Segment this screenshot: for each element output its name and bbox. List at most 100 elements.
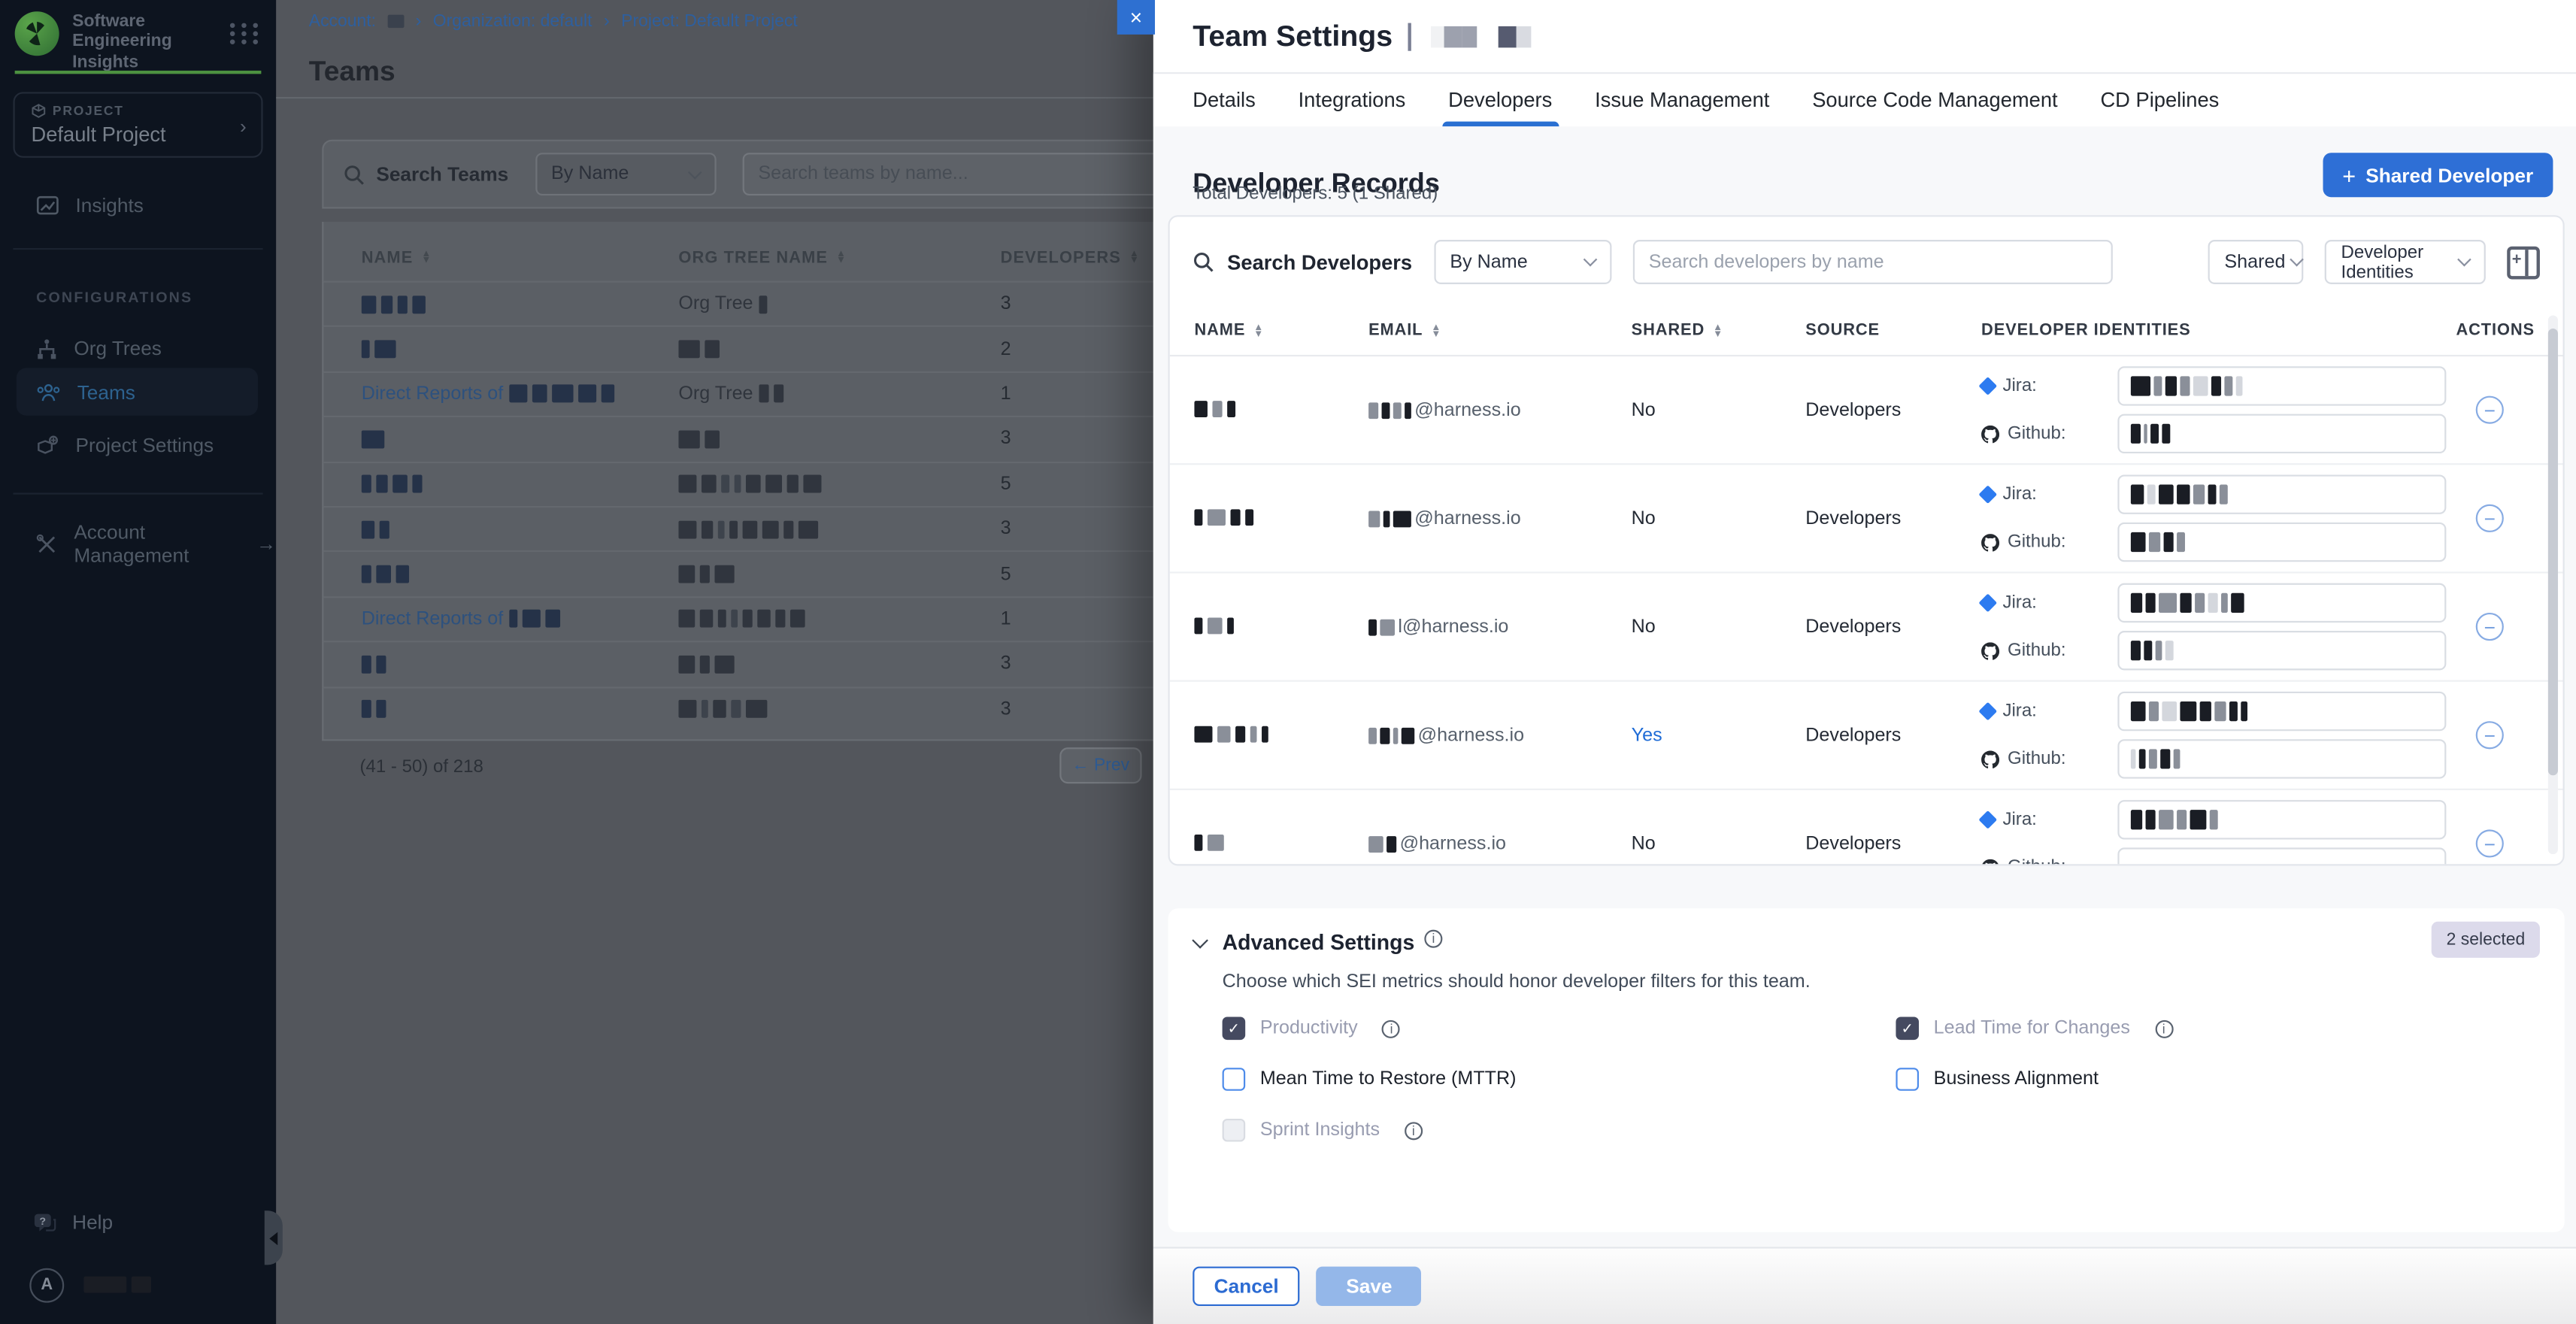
- team-name-cell[interactable]: [362, 700, 679, 718]
- redacted-text: [2131, 701, 2247, 721]
- developer-identities-filter-select[interactable]: Developer Identities: [2325, 240, 2486, 284]
- remove-developer-button[interactable]: −: [2476, 829, 2504, 857]
- info-icon: i: [1382, 1020, 1400, 1038]
- column-settings-icon[interactable]: [2507, 246, 2540, 279]
- column-header[interactable]: NAME▲▼: [362, 249, 679, 267]
- remove-developer-button[interactable]: −: [2476, 396, 2504, 424]
- developer-identities-cell: Jira:Github:: [1981, 366, 2456, 453]
- metric-option-label: Business Alignment: [1934, 1069, 2099, 1089]
- team-name-link[interactable]: Direct Reports of: [362, 609, 504, 629]
- breadcrumb-organization[interactable]: Organization: default: [433, 11, 592, 31]
- actions-cell: −: [2456, 613, 2562, 641]
- advanced-settings-title: Advanced Settings: [1223, 930, 1415, 955]
- jira-identity-row: Jira:: [1981, 583, 2456, 623]
- tab-developers[interactable]: Developers: [1448, 74, 1552, 126]
- shared-filter-select[interactable]: Shared: [2208, 240, 2304, 284]
- email-cell: @harness.io: [1368, 834, 1632, 853]
- name-cell: [1194, 829, 1368, 858]
- column-header[interactable]: ORG TREE NAME▲▼: [678, 249, 1000, 267]
- github-identity-row: Github:: [1981, 523, 2456, 562]
- redacted-text: [678, 700, 767, 718]
- column-header[interactable]: EMAIL▲▼: [1368, 322, 1632, 340]
- team-name-cell[interactable]: Direct Reports of: [362, 384, 679, 404]
- developer-search-input[interactable]: [1632, 240, 2112, 284]
- avatar[interactable]: A: [29, 1268, 64, 1302]
- github-identity-box: [2117, 847, 2446, 865]
- source-value: Developers: [1805, 726, 1981, 745]
- sort-icon: ▲▼: [1129, 251, 1140, 264]
- remove-developer-button[interactable]: −: [2476, 613, 2504, 641]
- redacted-text: [759, 295, 768, 314]
- redacted-text: [2131, 593, 2244, 613]
- jira-label: Jira:: [1981, 701, 2117, 721]
- sidebar-collapse-handle[interactable]: [265, 1210, 283, 1265]
- modal-tabs: Details Integrations Developers Issue Manag…: [1153, 74, 2576, 126]
- cancel-button[interactable]: Cancel: [1193, 1267, 1300, 1306]
- sidebar-item-account-management[interactable]: Account Management →: [0, 523, 276, 565]
- sidebar-item-project-settings[interactable]: Project Settings: [0, 424, 276, 467]
- team-name-cell[interactable]: [362, 295, 679, 314]
- remove-developer-button[interactable]: −: [2476, 721, 2504, 749]
- pagination-prev-button[interactable]: ← Prev: [1059, 747, 1141, 783]
- github-identity-box: [2117, 523, 2446, 562]
- team-name-cell[interactable]: [362, 655, 679, 673]
- tools-icon: [36, 533, 57, 554]
- sidebar-item-teams[interactable]: Teams: [17, 368, 258, 415]
- team-name-cell[interactable]: [362, 520, 679, 538]
- tab-source-code-management[interactable]: Source Code Management: [1812, 74, 2057, 126]
- github-identity-row: Github:: [1981, 414, 2456, 453]
- tab-details[interactable]: Details: [1193, 74, 1256, 126]
- chevron-down-icon[interactable]: [1192, 932, 1208, 949]
- info-icon: i: [1424, 930, 1442, 948]
- project-selector[interactable]: PROJECT Default Project ›: [13, 92, 262, 157]
- tab-issue-management[interactable]: Issue Management: [1595, 74, 1769, 126]
- redacted-text: [362, 340, 396, 358]
- add-shared-developer-button[interactable]: + Shared Developer: [2323, 153, 2553, 197]
- shared-value: Yes: [1632, 726, 1806, 745]
- team-name-cell[interactable]: [362, 430, 679, 448]
- team-name-cell[interactable]: Direct Reports of: [362, 609, 679, 629]
- redacted-text: [1368, 835, 1396, 852]
- app-switcher-icon[interactable]: [230, 23, 262, 44]
- jira-identity-box: [2117, 583, 2446, 623]
- team-name-cell[interactable]: [362, 565, 679, 583]
- checkbox-unchecked[interactable]: [1223, 1068, 1246, 1091]
- name-cell: [1194, 504, 1368, 533]
- metric-option-label: Sprint Insights: [1260, 1120, 1380, 1140]
- sei-logo-icon: [15, 11, 59, 56]
- sidebar-item-insights[interactable]: Insights: [0, 184, 276, 227]
- team-name-cell[interactable]: [362, 475, 679, 493]
- org-tree-cell: [678, 340, 1000, 358]
- help-button[interactable]: ? Help: [0, 1202, 113, 1241]
- email-cell: @harness.io: [1368, 726, 1632, 745]
- scrollbar-thumb[interactable]: [2548, 329, 2558, 775]
- team-name-link[interactable]: Direct Reports of: [362, 384, 504, 404]
- remove-developer-button[interactable]: −: [2476, 504, 2504, 532]
- breadcrumb-project[interactable]: Project: Default Project: [621, 11, 798, 31]
- metric-option-productivity: ✓Productivityi: [1223, 1016, 1896, 1040]
- shared-value: No: [1632, 400, 1806, 420]
- checkbox-checked[interactable]: ✓: [1223, 1016, 1246, 1040]
- org-tree-cell: [678, 610, 1000, 629]
- jira-icon: [1978, 810, 1997, 829]
- sort-icon: ▲▼: [1253, 325, 1264, 338]
- modal-close-button[interactable]: ×: [1117, 0, 1155, 35]
- checkbox-unchecked[interactable]: [1896, 1068, 1919, 1091]
- checkbox-checked[interactable]: ✓: [1896, 1016, 1919, 1040]
- shared-value: No: [1632, 617, 1806, 636]
- developer-search-by-select[interactable]: By Name: [1434, 240, 1611, 284]
- tab-integrations[interactable]: Integrations: [1299, 74, 1406, 126]
- teams-search-by-select[interactable]: By Name: [535, 153, 715, 195]
- tab-cd-pipelines[interactable]: CD Pipelines: [2100, 74, 2219, 126]
- column-header[interactable]: SHARED▲▼: [1632, 322, 1806, 340]
- shared-value: No: [1632, 508, 1806, 528]
- column-header[interactable]: NAME▲▼: [1194, 322, 1368, 340]
- github-identity-box: [2117, 739, 2446, 778]
- jira-icon: [1978, 485, 1997, 504]
- save-button[interactable]: Save: [1317, 1267, 1422, 1306]
- breadcrumb-account[interactable]: Account:: [309, 11, 376, 31]
- sidebar-item-org-trees[interactable]: Org Trees: [0, 327, 276, 370]
- redacted-text: [510, 610, 561, 629]
- metric-option-sprint-insights: Sprint Insightsi: [1223, 1119, 1896, 1142]
- team-name-cell[interactable]: [362, 340, 679, 358]
